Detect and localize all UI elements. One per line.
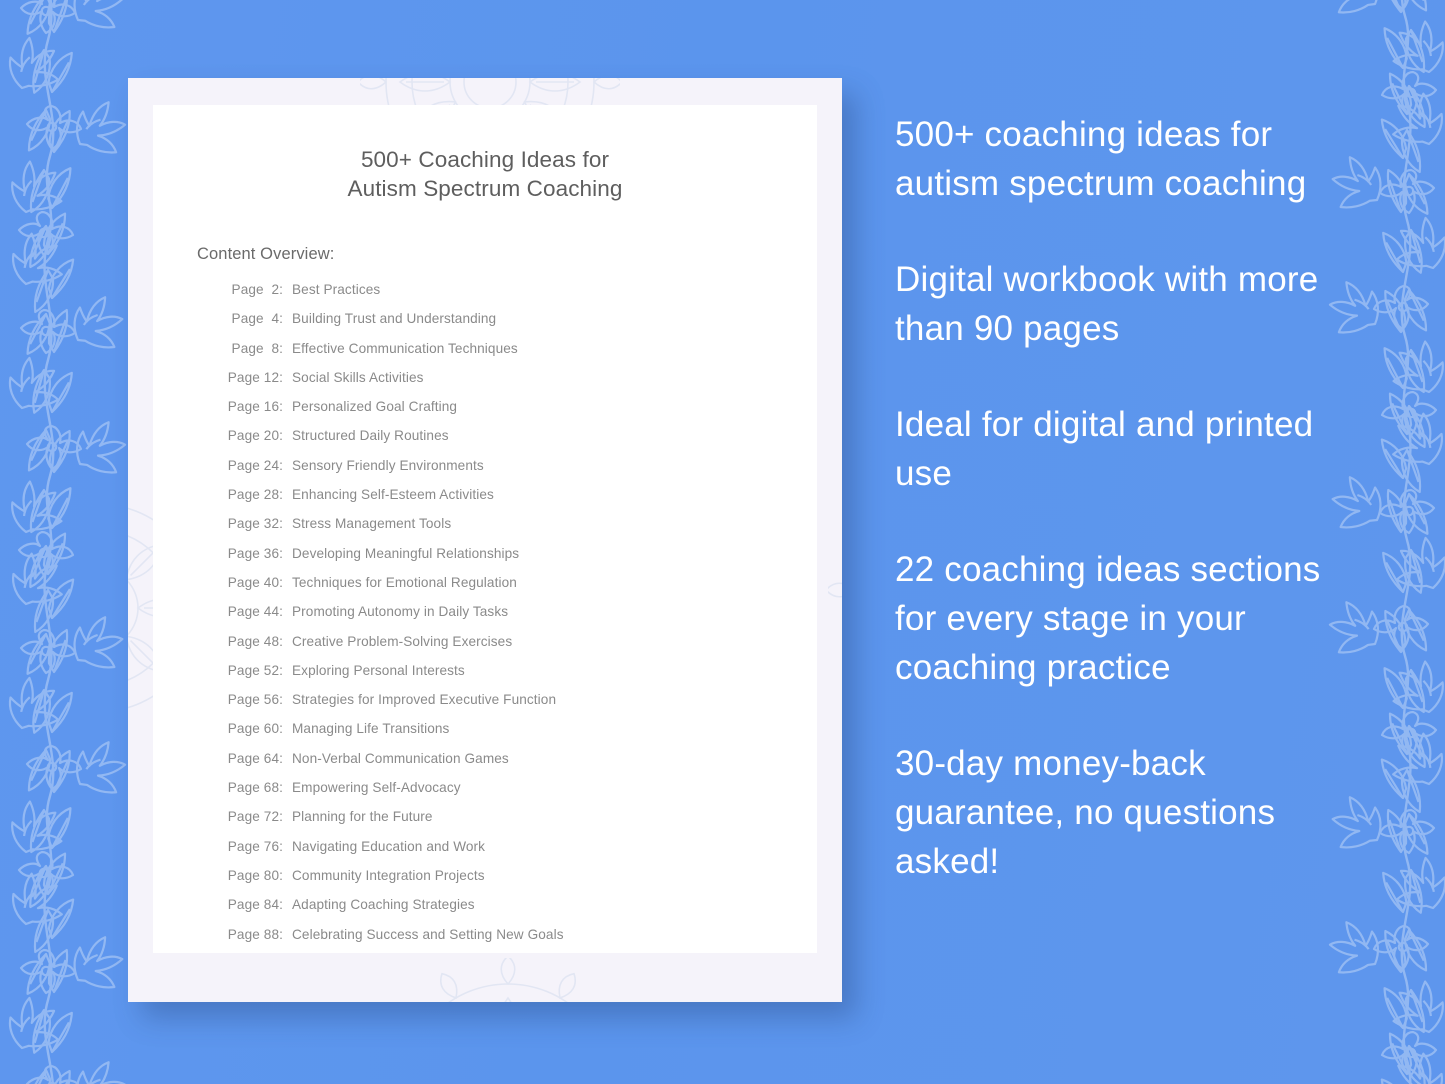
toc-page-number: Page 72: xyxy=(227,809,283,825)
toc-page-number: Page 20: xyxy=(227,428,283,444)
toc-section-title: Community Integration Projects xyxy=(292,867,485,883)
toc-section-title: Planning for the Future xyxy=(292,809,433,825)
toc-section-title: Exploring Personal Interests xyxy=(292,662,465,678)
content-overview-label: Content Overview: xyxy=(197,245,335,263)
mandala-watermark-right-icon xyxy=(828,460,842,720)
toc-page-number: Page 4: xyxy=(231,311,283,327)
toc-section-title: Effective Communication Techniques xyxy=(292,340,518,356)
toc-section-title: Adapting Coaching Strategies xyxy=(292,897,475,913)
toc-section-title: Managing Life Transitions xyxy=(292,721,450,737)
marketing-copy-column: 500+ coaching ideas for autism spectrum … xyxy=(895,110,1365,886)
table-of-contents-row: Page 72: Planning for the Future xyxy=(221,809,817,838)
toc-section-title: Stress Management Tools xyxy=(292,516,452,532)
table-of-contents-row: Page 88: Celebrating Success and Setting … xyxy=(221,927,817,953)
toc-page-number: Page 64: xyxy=(227,750,283,766)
toc-section-title: Building Trust and Understanding xyxy=(292,311,497,327)
page-title: 500+ Coaching Ideas for Autism Spectrum … xyxy=(153,105,817,203)
toc-section-title: Strategies for Improved Executive Functi… xyxy=(292,692,557,708)
table-of-contents-row: Page 16: Personalized Goal Crafting xyxy=(221,399,817,428)
toc-page-number: Page 40: xyxy=(227,574,283,590)
workbook-preview-card: 500+ Coaching Ideas for Autism Spectrum … xyxy=(128,78,842,1002)
page-title-line-2: Autism Spectrum Coaching xyxy=(347,176,623,201)
toc-page-number: Page 84: xyxy=(227,897,283,913)
toc-section-title: Best Practices xyxy=(292,282,381,297)
table-of-contents-row: Page 36: Developing Meaningful Relationsh… xyxy=(221,546,817,575)
toc-page-number: Page 32: xyxy=(227,516,283,532)
toc-page-number: Page 2: xyxy=(231,282,283,297)
table-of-contents-row: Page 28: Enhancing Self-Esteem Activities xyxy=(221,487,817,516)
toc-section-title: Structured Daily Routines xyxy=(292,428,449,444)
toc-page-number: Page 12: xyxy=(227,369,283,385)
marketing-feature-text: Ideal for digital and printed use xyxy=(895,405,1314,493)
table-of-contents-row: Page 12: Social Skills Activities xyxy=(221,370,817,399)
toc-section-title: Creative Problem-Solving Exercises xyxy=(292,633,513,649)
toc-section-title: Promoting Autonomy in Daily Tasks xyxy=(292,604,509,620)
floral-vine-border-left-icon xyxy=(0,0,136,1084)
table-of-contents-row: Page 60: Managing Life Transitions xyxy=(221,721,817,750)
table-of-contents-row: Page 68: Empowering Self-Advocacy xyxy=(221,780,817,809)
toc-section-title: Techniques for Emotional Regulation xyxy=(292,574,517,590)
toc-page-number: Page 76: xyxy=(227,838,283,854)
toc-page-number: Page 80: xyxy=(227,867,283,883)
table-of-contents-row: Page 44: Promoting Autonomy in Daily Task… xyxy=(221,604,817,633)
toc-page-number: Page 16: xyxy=(227,399,283,415)
table-of-contents-list: Page 2: Best Practices Page 4: Building Tru… xyxy=(153,264,817,953)
toc-page-number: Page 48: xyxy=(227,633,283,649)
toc-page-number: Page 60: xyxy=(227,721,283,737)
table-of-contents-row: Page 56: Strategies for Improved Executiv… xyxy=(221,692,817,721)
toc-section-title: Developing Meaningful Relationships xyxy=(292,545,520,561)
marketing-feature-text: 500+ coaching ideas for autism spectrum … xyxy=(895,115,1307,203)
table-of-contents-row: Page 24: Sensory Friendly Environments xyxy=(221,458,817,487)
marketing-feature-text: 22 coaching ideas sections for every sta… xyxy=(895,550,1321,687)
toc-page-number: Page 44: xyxy=(227,604,283,620)
table-of-contents-row: Page 84: Adapting Coaching Strategies xyxy=(221,897,817,926)
table-of-contents-row: Page 80: Community Integration Projects xyxy=(221,868,817,897)
table-of-contents-row: Page 52: Exploring Personal Interests xyxy=(221,663,817,692)
table-of-contents-row: Page 32: Stress Management Tools xyxy=(221,516,817,545)
table-of-contents-row: Page 48: Creative Problem-Solving Exercis… xyxy=(221,634,817,663)
table-of-contents-row: Page 64: Non-Verbal Communication Games xyxy=(221,751,817,780)
table-of-contents-row: Page 8: Effective Communication Technique… xyxy=(221,341,817,370)
table-of-contents-row: Page 40: Techniques for Emotional Regulat… xyxy=(221,575,817,604)
toc-section-title: Empowering Self-Advocacy xyxy=(292,780,461,796)
toc-page-number: Page 8: xyxy=(231,340,283,356)
table-of-contents-row: Page 4: Building Trust and Understanding xyxy=(221,311,817,340)
mandala-watermark-bottom-icon xyxy=(378,958,638,1002)
table-of-contents-row: Page 20: Structured Daily Routines xyxy=(221,428,817,457)
toc-section-title: Enhancing Self-Esteem Activities xyxy=(292,487,494,503)
marketing-feature-text: 30-day money-back guarantee, no question… xyxy=(895,744,1276,881)
toc-page-number: Page 56: xyxy=(227,692,283,708)
toc-page-number: Page 36: xyxy=(227,545,283,561)
toc-section-title: Personalized Goal Crafting xyxy=(292,399,458,415)
page-title-line-1: 500+ Coaching Ideas for xyxy=(360,147,610,172)
toc-section-title: Social Skills Activities xyxy=(292,369,424,385)
toc-page-number: Page 28: xyxy=(227,487,283,503)
table-of-contents-row: Page 76: Navigating Education and Work xyxy=(221,839,817,868)
toc-page-number: Page 52: xyxy=(227,662,283,678)
toc-page-number: Page 24: xyxy=(227,457,283,473)
toc-section-title: Celebrating Success and Setting New Goal… xyxy=(292,926,564,942)
toc-page-number: Page 88: xyxy=(227,926,283,942)
workbook-page-sheet: 500+ Coaching Ideas for Autism Spectrum … xyxy=(153,105,817,953)
product-listing-image: 500+ Coaching Ideas for Autism Spectrum … xyxy=(0,0,1445,1084)
toc-section-title: Sensory Friendly Environments xyxy=(292,457,484,473)
toc-page-number: Page 68: xyxy=(227,780,283,796)
toc-section-title: Navigating Education and Work xyxy=(292,838,486,854)
table-of-contents-row: Page 2: Best Practices xyxy=(221,282,817,311)
toc-section-title: Non-Verbal Communication Games xyxy=(292,750,509,766)
marketing-feature-text: Digital workbook with more than 90 pages xyxy=(895,260,1319,348)
